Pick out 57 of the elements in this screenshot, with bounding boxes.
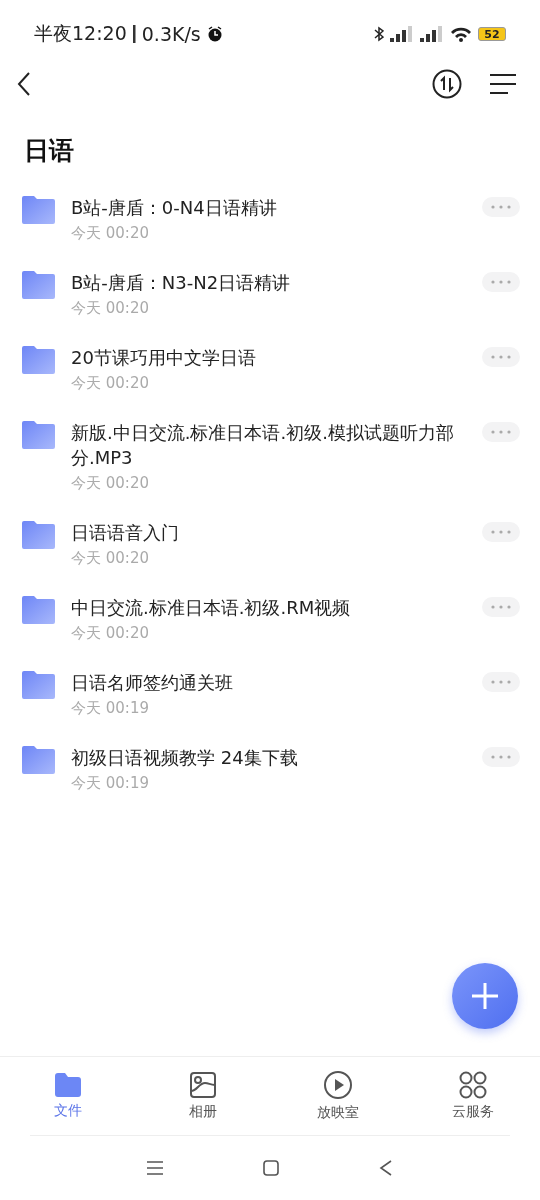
folder-date: 今天 00:20 — [71, 374, 150, 393]
play-icon — [322, 1070, 353, 1100]
folder-icon[interactable] — [22, 270, 55, 299]
folder-icon[interactable] — [22, 745, 55, 774]
nav-tab[interactable]: 文件 — [0, 1057, 135, 1135]
back-icon[interactable] — [379, 1160, 393, 1176]
status-time: 半夜12:20 — [34, 21, 127, 46]
folder-date: 今天 00:19 — [71, 774, 150, 793]
folder-icon[interactable] — [22, 345, 55, 374]
network-speed: 0.3K/s — [141, 23, 201, 45]
bluetooth-icon — [374, 26, 384, 42]
folder-name[interactable]: B站-唐盾：N3-N2日语精讲 — [71, 270, 466, 295]
battery-level: 52 — [478, 27, 506, 41]
more-icon — [491, 530, 511, 534]
grid-circles-icon — [458, 1071, 487, 1099]
folder-date: 今天 00:20 — [71, 624, 150, 643]
nav-tab[interactable]: 云服务 — [405, 1057, 540, 1135]
folder-name[interactable]: B站-唐盾：0-N4日语精讲 — [71, 195, 466, 220]
wifi-icon — [450, 26, 472, 42]
more-icon — [491, 430, 511, 434]
folder-icon[interactable] — [22, 195, 55, 224]
separator-bar — [132, 25, 136, 43]
folder-date: 今天 00:20 — [71, 299, 150, 318]
plus-icon — [472, 983, 498, 1009]
folder-name[interactable]: 初级日语视频教学 24集下载 — [71, 745, 466, 770]
more-icon — [491, 355, 511, 359]
menu-icon[interactable] — [490, 73, 516, 95]
signal-icon — [420, 26, 444, 42]
folder-name[interactable]: 中日交流.标准日本语.初级.RM视频 — [71, 595, 466, 620]
folder-date: 今天 00:20 — [71, 549, 150, 568]
alarm-icon — [206, 26, 223, 42]
folder-date: 今天 00:20 — [71, 224, 150, 243]
home-icon[interactable] — [263, 1160, 279, 1176]
folder-name[interactable]: 20节课巧用中文学日语 — [71, 345, 466, 370]
folder-date: 今天 00:19 — [71, 699, 150, 718]
more-icon — [491, 680, 511, 684]
signal-icon — [390, 26, 414, 42]
folder-icon[interactable] — [22, 595, 55, 624]
folder-name[interactable]: 日语名师签约通关班 — [71, 670, 466, 695]
nav-tab[interactable]: 相册 — [135, 1057, 270, 1135]
nav-tab[interactable]: 放映室 — [270, 1057, 405, 1135]
more-icon — [491, 280, 511, 284]
more-icon — [491, 755, 511, 759]
add-button[interactable] — [452, 963, 518, 1029]
sort-icon[interactable] — [432, 69, 462, 99]
folder-date: 今天 00:20 — [71, 474, 150, 493]
folder-icon[interactable] — [22, 670, 55, 699]
picture-frame-icon — [188, 1071, 217, 1099]
folder-name[interactable]: 日语语音入门 — [71, 520, 466, 545]
back-icon[interactable] — [16, 71, 32, 97]
more-icon — [491, 605, 511, 609]
folder-icon — [52, 1072, 83, 1098]
folder-icon[interactable] — [22, 520, 55, 549]
folder-title: 日语 — [23, 135, 75, 167]
folder-icon[interactable] — [22, 420, 55, 449]
folder-name[interactable]: 新版.中日交流.标准日本语.初级.模拟试题听力部分.MP3 — [71, 420, 466, 470]
more-icon — [491, 205, 511, 209]
